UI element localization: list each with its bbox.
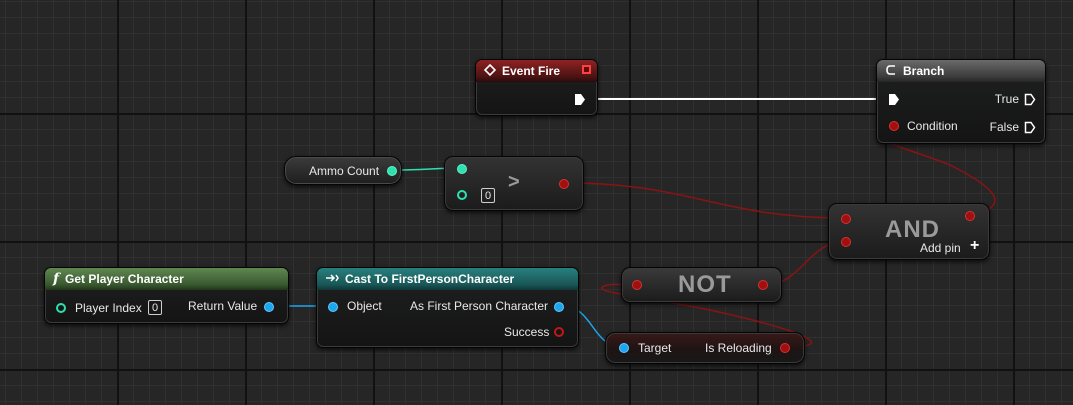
cast-success-label: Success <box>504 325 550 339</box>
event-diamond-icon <box>483 63 497 79</box>
cast-node[interactable]: Cast To FirstPersonCharacter Object As F… <box>316 267 579 348</box>
greater-operator: > <box>508 171 521 193</box>
condition-label: Condition <box>907 119 958 133</box>
and-add-pin-label[interactable]: Add pin <box>920 241 961 255</box>
player-index-label: Player Index <box>75 301 142 315</box>
event-fire-node[interactable]: Event Fire <box>475 59 598 116</box>
and-input-1-pin[interactable] <box>841 214 851 224</box>
is-reloading-target-label: Target <box>638 341 672 355</box>
not-out-pin[interactable] <box>758 280 768 290</box>
is-reloading-label: Is Reloading <box>705 341 772 355</box>
cast-header: Cast To FirstPersonCharacter <box>317 268 578 290</box>
event-fire-title: Event Fire <box>502 64 561 78</box>
cast-as-pin[interactable] <box>554 302 564 312</box>
exec-true-pin[interactable] <box>1024 93 1036 106</box>
and-label: AND <box>885 216 940 243</box>
delegate-pin-icon[interactable] <box>582 65 591 74</box>
ammo-count-label: Ammo Count <box>309 164 380 178</box>
get-player-character-node[interactable]: f Get Player Character Player Index 0 Re… <box>44 267 289 324</box>
get-player-character-title: Get Player Character <box>65 272 184 286</box>
greater-than-node[interactable]: 0 > <box>444 156 584 211</box>
greater-out-pin[interactable] <box>559 179 569 189</box>
exec-out-pin[interactable] <box>574 93 586 106</box>
not-input-pin[interactable] <box>632 280 642 290</box>
cast-object-pin[interactable] <box>328 302 338 312</box>
branch-header: Branch <box>877 60 1045 82</box>
bool-wire <box>566 182 846 219</box>
is-reloading-out-pin[interactable] <box>780 343 790 353</box>
event-fire-header: Event Fire <box>476 60 597 82</box>
exec-in-pin[interactable] <box>888 93 900 106</box>
and-node[interactable]: AND Add pin + <box>828 203 990 260</box>
cast-arrow-icon <box>325 272 339 286</box>
ammo-count-node[interactable]: Ammo Count <box>284 156 402 185</box>
function-icon: f <box>53 271 60 287</box>
false-label: False <box>989 120 1019 134</box>
get-player-character-header: f Get Player Character <box>45 268 288 290</box>
player-index-value[interactable]: 0 <box>148 300 162 315</box>
branch-title: Branch <box>903 64 945 78</box>
branch-node[interactable]: Branch True Condition False <box>876 59 1046 144</box>
exec-false-pin[interactable] <box>1024 121 1036 134</box>
condition-pin[interactable] <box>889 121 899 131</box>
cast-as-label: As First Person Character <box>410 299 549 313</box>
player-index-pin[interactable] <box>56 303 66 313</box>
cast-object-label: Object <box>347 299 382 313</box>
greater-input-a-pin[interactable] <box>457 164 467 174</box>
true-label: True <box>994 92 1019 106</box>
and-input-2-pin[interactable] <box>841 237 851 247</box>
plus-icon[interactable]: + <box>970 237 979 255</box>
ammo-count-out-pin[interactable] <box>387 166 397 176</box>
and-out-pin[interactable] <box>965 211 975 221</box>
greater-input-b-pin[interactable] <box>457 190 467 200</box>
cast-title: Cast To FirstPersonCharacter <box>345 272 515 286</box>
greater-default-value[interactable]: 0 <box>481 188 495 203</box>
is-reloading-node[interactable]: Target Is Reloading <box>605 332 805 364</box>
is-reloading-target-pin[interactable] <box>619 343 629 353</box>
not-label: NOT <box>678 271 732 298</box>
return-value-label: Return Value <box>188 299 258 313</box>
not-node[interactable]: NOT <box>621 267 782 303</box>
cast-success-pin[interactable] <box>554 327 564 337</box>
branch-icon <box>885 64 897 79</box>
return-value-pin[interactable] <box>264 302 274 312</box>
